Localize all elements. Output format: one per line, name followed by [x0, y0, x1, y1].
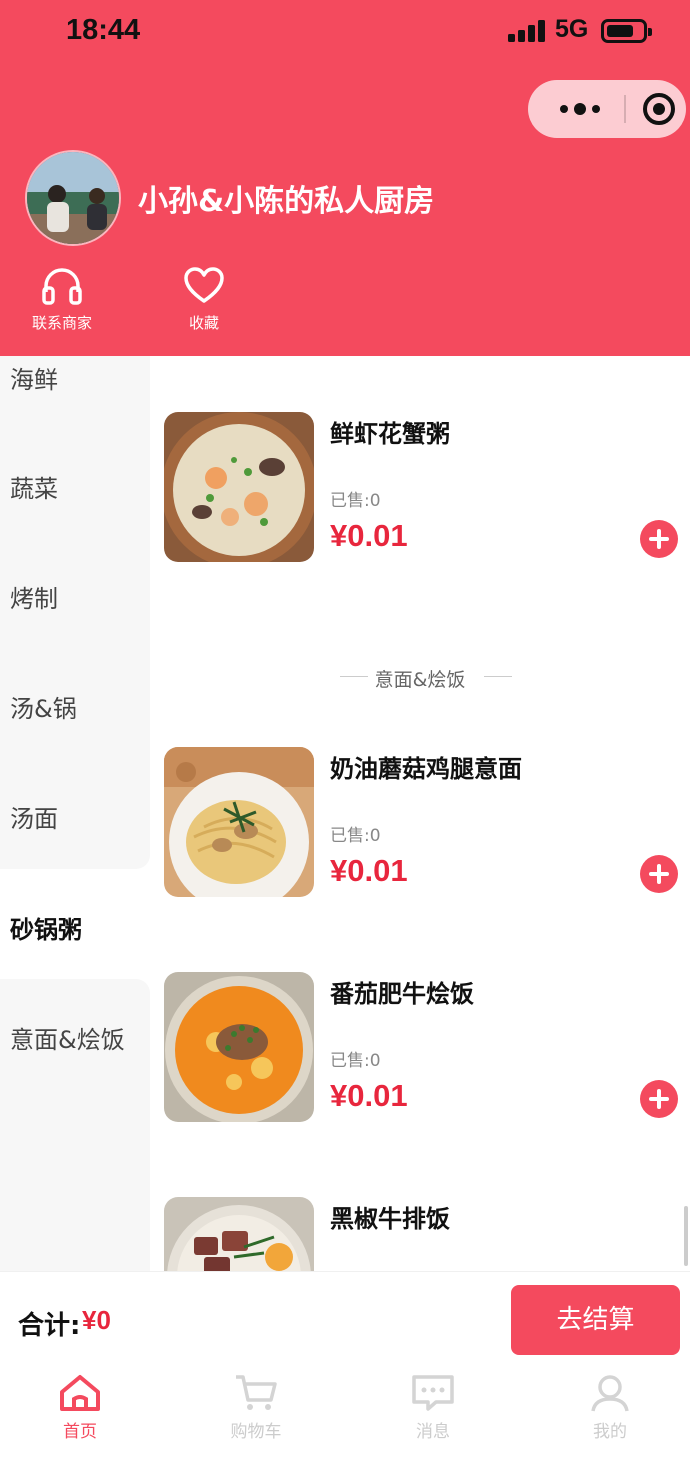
- dish-price: ¥0.01: [330, 1078, 408, 1113]
- dish-name: 奶油蘑菇鸡腿意面: [330, 755, 522, 783]
- category-casserole-porridge[interactable]: 砂锅粥: [10, 910, 82, 945]
- miniprogram-capsule: [528, 80, 686, 138]
- tab-home-label: 首页: [63, 1422, 97, 1442]
- dish-price: ¥0.01: [330, 518, 408, 553]
- contact-merchant-button[interactable]: 联系商家: [17, 266, 107, 336]
- tab-messages-label: 消息: [416, 1422, 450, 1442]
- dish-image: [164, 1197, 314, 1271]
- add-to-cart-icon[interactable]: [640, 1080, 678, 1118]
- message-icon: [412, 1375, 454, 1411]
- shop-header: 18:44 5G 小孙&小陈的私人厨房 联系商家 收藏: [0, 0, 690, 356]
- category-seafood[interactable]: 海鲜: [10, 360, 58, 395]
- battery-icon: [601, 19, 652, 43]
- total-amount: ¥0: [82, 1305, 111, 1335]
- dish-image: [164, 412, 314, 562]
- tab-messages[interactable]: 消息: [373, 1373, 493, 1453]
- close-miniprogram-icon[interactable]: [640, 90, 678, 128]
- section-divider: 意面&烩饭: [150, 662, 690, 692]
- section-title: 意面&烩饭: [374, 669, 466, 691]
- user-icon: [591, 1375, 629, 1412]
- dish-item[interactable]: 黑椒牛排饭: [164, 1197, 690, 1271]
- category-soup-pot[interactable]: 汤&锅: [10, 689, 77, 724]
- tab-profile[interactable]: 我的: [550, 1373, 670, 1453]
- contact-merchant-label: 联系商家: [31, 314, 92, 332]
- checkout-bar: 合计: ¥0 去结算: [0, 1271, 690, 1367]
- tab-cart-label: 购物车: [230, 1422, 282, 1442]
- status-bar: 18:44 5G: [0, 0, 690, 64]
- dish-name: 番茄肥牛烩饭: [330, 980, 474, 1008]
- category-sidebar: 海鲜 蔬菜 烤制 汤&锅 汤面 砂锅粥 意面&烩饭: [0, 356, 150, 1271]
- status-time: 18:44: [66, 14, 141, 46]
- heart-icon: [184, 267, 224, 303]
- bottom-tab-bar: 首页 购物车 消息 我的: [0, 1367, 690, 1483]
- headset-icon: [42, 268, 82, 305]
- add-to-cart-icon[interactable]: [640, 855, 678, 893]
- tab-home[interactable]: 首页: [20, 1373, 140, 1453]
- dish-item[interactable]: 奶油蘑菇鸡腿意面 已售:0 ¥0.01: [164, 747, 690, 899]
- tab-profile-label: 我的: [593, 1422, 627, 1442]
- dish-item[interactable]: 鲜虾花蟹粥 已售:0 ¥0.01: [164, 412, 690, 564]
- dish-list: 鲜虾花蟹粥 已售:0 ¥0.01 意面&烩饭 奶油蘑菇鸡腿意面 已售:0 ¥0.…: [150, 356, 690, 1271]
- category-grilled[interactable]: 烤制: [10, 579, 58, 614]
- favorite-label: 收藏: [188, 314, 219, 332]
- dish-sold-count: 已售:0: [330, 826, 381, 846]
- shop-avatar: [25, 150, 121, 246]
- dish-sold-count: 已售:0: [330, 491, 381, 511]
- dish-item[interactable]: 番茄肥牛烩饭 已售:0 ¥0.01: [164, 972, 690, 1124]
- favorite-button[interactable]: 收藏: [159, 266, 249, 336]
- checkout-button[interactable]: 去结算: [511, 1285, 680, 1355]
- dish-name: 黑椒牛排饭: [330, 1205, 450, 1233]
- dish-price: ¥0.01: [330, 853, 408, 888]
- dish-sold-count: 已售:0: [330, 1051, 381, 1071]
- category-vegetables[interactable]: 蔬菜: [10, 469, 58, 504]
- dish-image: [164, 972, 314, 1122]
- cart-icon: [236, 1375, 277, 1410]
- more-icon[interactable]: [552, 94, 608, 124]
- tab-cart[interactable]: 购物车: [196, 1373, 316, 1453]
- add-to-cart-icon[interactable]: [640, 520, 678, 558]
- category-pasta-risotto[interactable]: 意面&烩饭: [10, 1020, 125, 1055]
- network-type: 5G: [555, 15, 589, 43]
- shop-name: 小孙&小陈的私人厨房: [138, 184, 435, 219]
- dish-image: [164, 747, 314, 897]
- dish-name: 鲜虾花蟹粥: [330, 420, 450, 448]
- signal-icon: [508, 20, 546, 42]
- scrollbar[interactable]: [684, 1206, 688, 1266]
- home-icon: [60, 1375, 100, 1411]
- category-soup-noodles[interactable]: 汤面: [10, 799, 58, 834]
- total-label: 合计:: [18, 1311, 81, 1341]
